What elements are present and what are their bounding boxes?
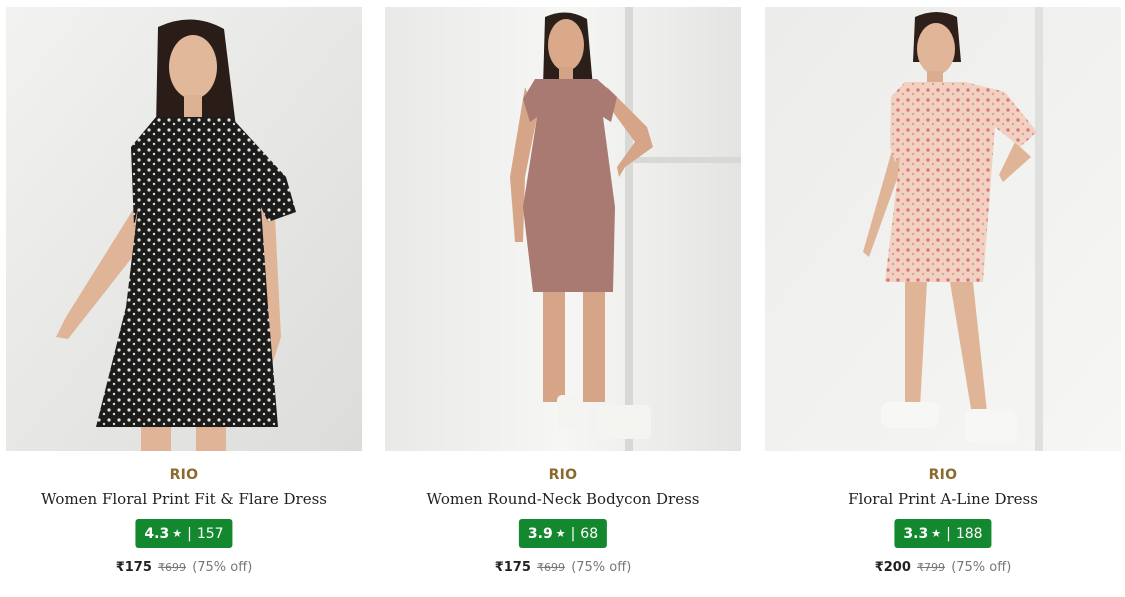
- discount-label: (75% off): [192, 560, 253, 575]
- rating-badge: 4.3 ★ | 157: [135, 519, 233, 548]
- rating-separator: |: [946, 525, 951, 542]
- model-photo-peach-floral-dress: [765, 7, 1121, 451]
- price-row: ₹200 ₹799 (75% off): [765, 560, 1121, 575]
- original-price: ₹799: [917, 561, 946, 574]
- original-price: ₹699: [158, 561, 187, 574]
- rating-badge: 3.9 ★ | 68: [518, 519, 608, 548]
- rating-value: 3.3: [903, 525, 929, 542]
- selling-price: ₹175: [494, 560, 531, 575]
- product-card[interactable]: RIO Women Floral Print Fit & Flare Dress…: [6, 0, 362, 597]
- rating-value: 3.9: [527, 525, 553, 542]
- price-row: ₹175 ₹699 (75% off): [6, 560, 362, 575]
- model-photo-mauve-bodycon-dress: [385, 7, 741, 451]
- price-row: ₹175 ₹699 (75% off): [385, 560, 741, 575]
- discount-label: (75% off): [571, 560, 632, 575]
- product-grid: RIO Women Floral Print Fit & Flare Dress…: [0, 0, 1125, 597]
- selling-price: ₹175: [115, 560, 152, 575]
- selling-price: ₹200: [874, 560, 911, 575]
- review-count: 68: [580, 525, 599, 542]
- product-title[interactable]: Floral Print A-Line Dress: [765, 490, 1121, 508]
- product-card[interactable]: RIO Floral Print A-Line Dress 3.3 ★ | 18…: [765, 0, 1121, 597]
- star-icon: ★: [931, 527, 942, 540]
- rating-separator: |: [570, 525, 576, 542]
- model-photo-black-floral-dress: [6, 7, 362, 451]
- product-image[interactable]: [765, 7, 1121, 451]
- star-icon: ★: [555, 527, 566, 540]
- brand-name[interactable]: RIO: [6, 467, 362, 483]
- brand-name[interactable]: RIO: [765, 467, 1121, 483]
- product-image[interactable]: [385, 7, 741, 451]
- rating-badge: 3.3 ★ | 188: [894, 519, 992, 548]
- product-title[interactable]: Women Round-Neck Bodycon Dress: [385, 490, 741, 508]
- review-count: 157: [196, 525, 224, 542]
- product-image[interactable]: [6, 7, 362, 451]
- star-icon: ★: [172, 527, 183, 540]
- original-price: ₹699: [537, 561, 566, 574]
- review-count: 188: [955, 525, 983, 542]
- product-title[interactable]: Women Floral Print Fit & Flare Dress: [6, 490, 362, 508]
- rating-separator: |: [187, 525, 192, 542]
- product-card[interactable]: RIO Women Round-Neck Bodycon Dress 3.9 ★…: [385, 0, 741, 597]
- brand-name[interactable]: RIO: [385, 467, 741, 483]
- rating-value: 4.3: [144, 525, 170, 542]
- discount-label: (75% off): [951, 560, 1012, 575]
